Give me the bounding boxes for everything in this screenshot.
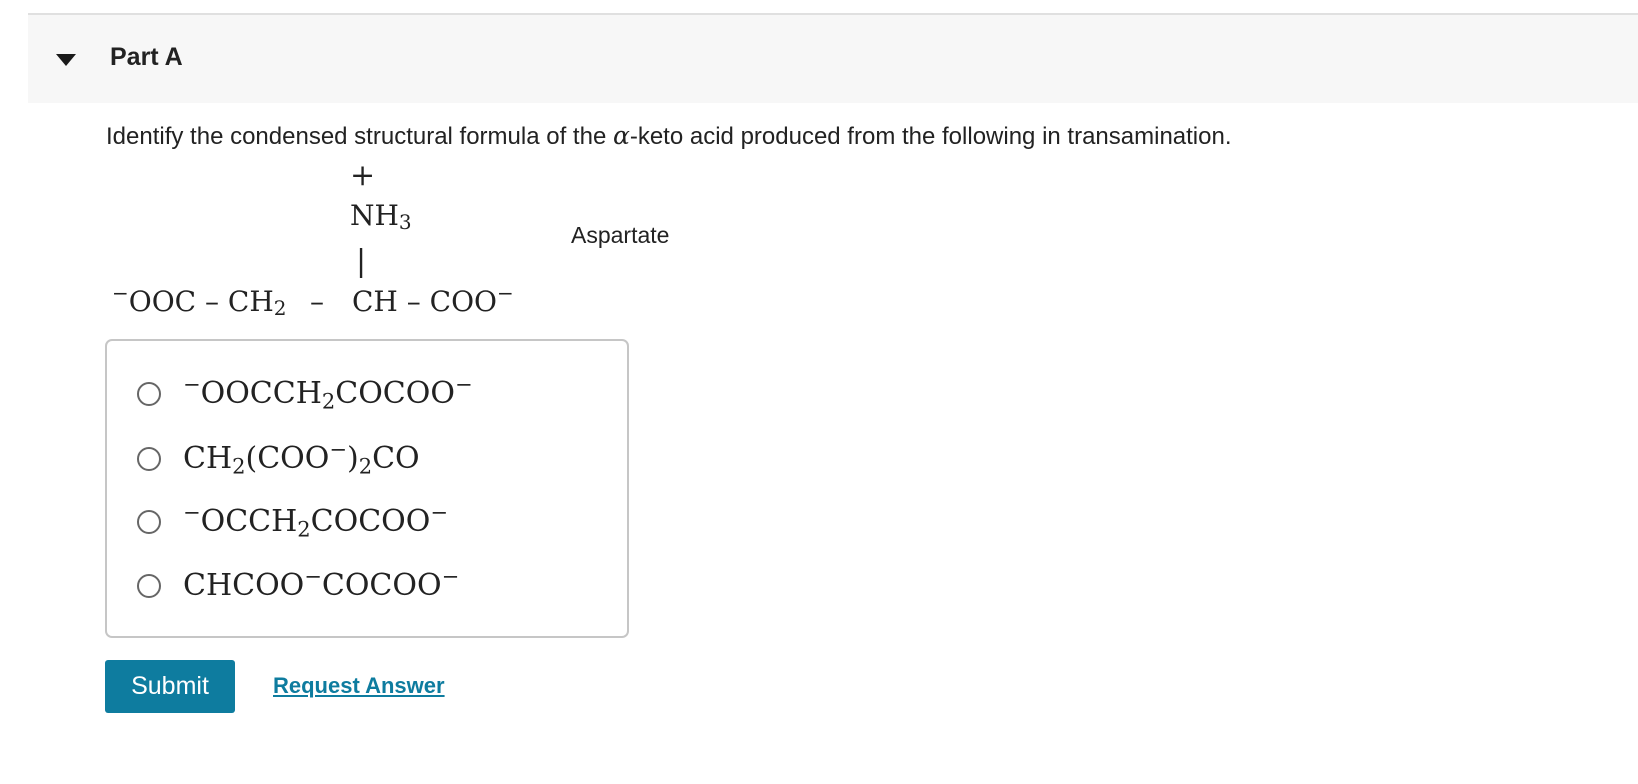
- amino-group-text: NH: [350, 199, 399, 232]
- formula-text: OOCCH: [200, 376, 322, 411]
- choice-label: CHCOO−COCOO−: [183, 566, 459, 603]
- formula-text: CHCOO: [183, 568, 305, 603]
- formula-superscript: −: [304, 564, 322, 589]
- formula-text: COCOO: [310, 504, 431, 539]
- radio-button[interactable]: [137, 574, 161, 598]
- formula-subscript: 2: [297, 517, 311, 542]
- formula-subscript: 2: [321, 389, 336, 414]
- formula-superscript: −: [329, 437, 347, 462]
- formula-text: OCCH: [200, 504, 298, 539]
- caret-down-icon[interactable]: [55, 52, 77, 68]
- vertical-bond: |: [356, 244, 367, 279]
- answer-choices: −OOCCH2COCOO− CH2(COO−)2CO −OCCH2COCOO− …: [105, 339, 629, 638]
- formula-superscript: −: [183, 372, 201, 397]
- prompt-text-after: -keto acid produced from the following i…: [629, 123, 1232, 150]
- backbone-middle-bond: –: [310, 285, 324, 318]
- alpha-symbol: α: [612, 121, 630, 150]
- radio-button[interactable]: [137, 447, 161, 471]
- radio-button[interactable]: [137, 382, 161, 406]
- amino-group-subscript: 3: [398, 210, 412, 234]
- formula-text: (COO: [245, 441, 330, 476]
- formula-text: COCOO: [321, 568, 442, 603]
- choice-label: CH2(COO−)2CO: [183, 439, 420, 479]
- backbone-left: −OOC – CH2: [112, 283, 287, 320]
- backbone-left-text: OOC – CH: [128, 285, 274, 318]
- formula-superscript: −: [430, 500, 448, 525]
- part-header: [28, 15, 1638, 103]
- question-prompt: Identify the condensed structural formul…: [106, 121, 1232, 151]
- formula-text: CO: [372, 441, 420, 476]
- request-answer-link[interactable]: Request Answer: [273, 673, 445, 699]
- formula-superscript: −: [183, 500, 201, 525]
- backbone-right-charge: −: [496, 281, 514, 305]
- compound-name: Aspartate: [571, 222, 670, 248]
- formula-subscript: 2: [358, 454, 373, 479]
- backbone-left-charge: −: [112, 281, 129, 305]
- backbone-left-subscript: 2: [273, 296, 287, 320]
- charge-plus: +: [350, 158, 376, 193]
- part-title: Part A: [110, 43, 183, 71]
- formula-text: CH: [183, 441, 233, 476]
- prompt-text-before: Identify the condensed structural formul…: [106, 123, 613, 150]
- backbone-right: CH – COO−: [352, 283, 514, 318]
- submit-button[interactable]: Submit: [105, 660, 235, 713]
- formula-subscript: 2: [232, 454, 246, 479]
- backbone-right-text: CH – COO: [352, 285, 497, 318]
- radio-button[interactable]: [137, 510, 161, 534]
- formula-superscript: −: [441, 564, 460, 589]
- formula-text: ): [346, 441, 359, 476]
- amino-group: NH3: [350, 199, 412, 232]
- choice-label: −OCCH2COCOO−: [183, 502, 448, 542]
- formula-text: COCOO: [335, 376, 455, 411]
- formula-superscript: −: [454, 372, 473, 397]
- choice-label: −OOCCH2COCOO−: [183, 374, 473, 414]
